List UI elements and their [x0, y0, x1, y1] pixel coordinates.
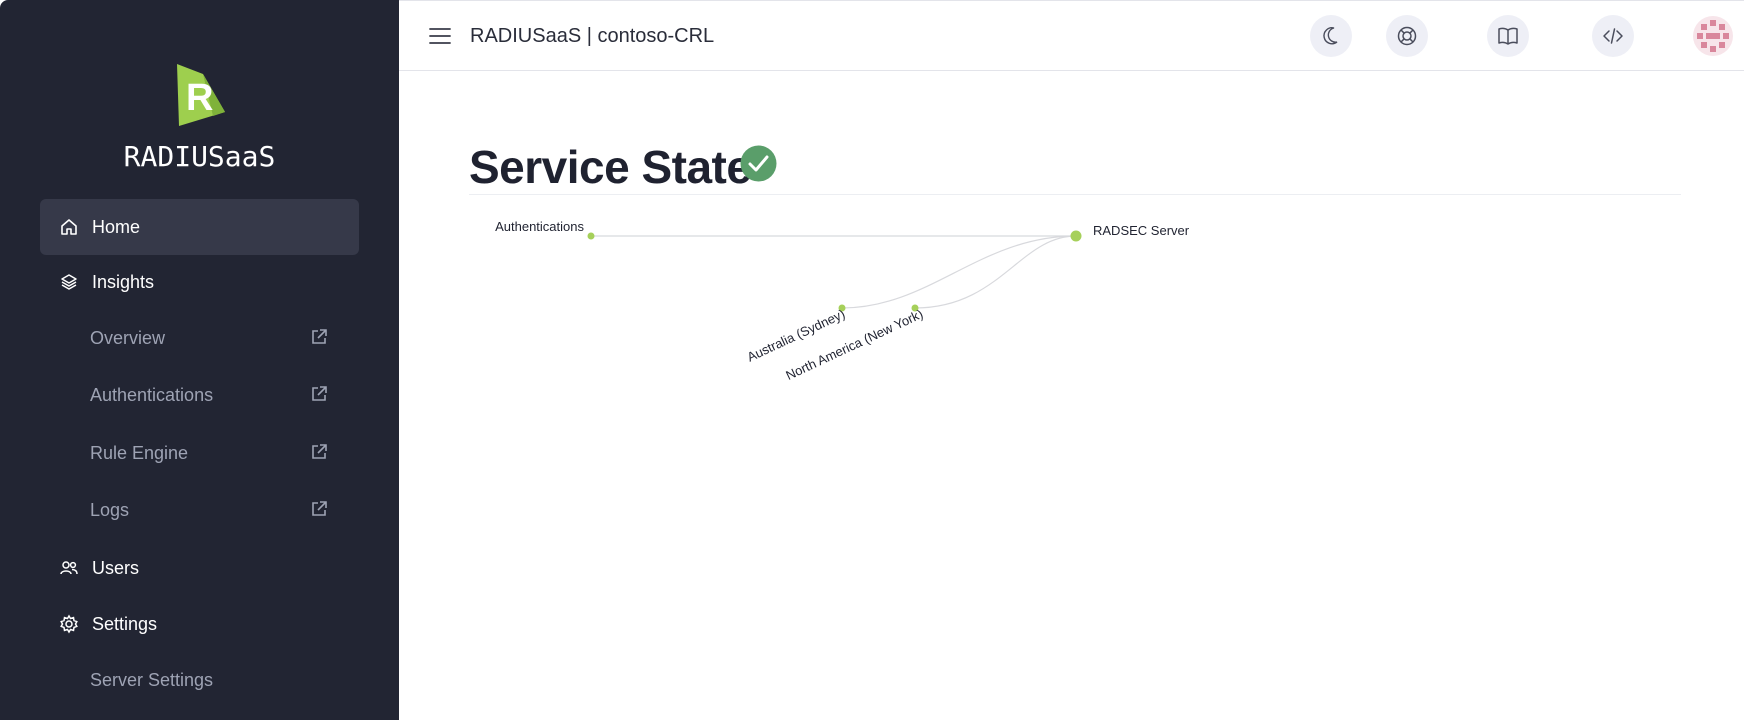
svg-text:R: R — [186, 77, 213, 119]
layers-icon — [58, 271, 80, 293]
sidebar-item-label: Overview — [90, 327, 166, 348]
support-button[interactable] — [1386, 15, 1428, 57]
external-link-icon — [312, 501, 327, 516]
sidebar-item-logs[interactable]: Logs — [40, 485, 359, 535]
sidebar-item-rule-engine[interactable]: Rule Engine — [40, 428, 359, 478]
moon-icon — [1323, 27, 1338, 45]
sidebar-item-label: Users — [92, 557, 140, 578]
sidebar-item-users[interactable]: Users — [40, 540, 359, 596]
service-state-graph: Authentications RADSEC Server Australia … — [495, 219, 1190, 383]
sidebar-item-overview[interactable]: Overview — [40, 313, 359, 363]
graph-node-authentications — [587, 232, 595, 240]
api-button[interactable] — [1592, 15, 1634, 57]
home-icon — [58, 216, 80, 238]
radiusaas-logo: R — [177, 64, 225, 126]
sidebar-item-label: Settings — [92, 613, 158, 634]
check-circle-icon — [740, 145, 777, 182]
brand-name: RADIUSaaS — [123, 140, 276, 173]
gear-icon — [58, 613, 80, 635]
sidebar-item-insights[interactable]: Insights — [40, 254, 359, 310]
sidebar-item-authentications[interactable]: Authentications — [40, 370, 359, 420]
hamburger-menu-icon[interactable] — [429, 27, 451, 45]
external-link-icon — [312, 444, 327, 459]
sidebar-item-server-settings[interactable]: Server Settings — [40, 655, 359, 705]
sidebar-item-label: Rule Engine — [90, 442, 189, 463]
external-link-icon — [312, 386, 327, 401]
sidebar-item-label: Insights — [92, 271, 155, 292]
sidebar-item-settings[interactable]: Settings — [40, 596, 359, 652]
documentation-button[interactable] — [1487, 15, 1529, 57]
graph-label: RADSEC Server — [1093, 223, 1190, 238]
header-title: RADIUSaaS | contoso-CRL — [470, 25, 715, 47]
dark-mode-button[interactable] — [1310, 15, 1352, 57]
sidebar-item-label: Authentications — [90, 384, 214, 405]
sidebar-item-label: Home — [92, 216, 141, 237]
sidebar-item-home[interactable]: Home — [40, 199, 359, 255]
top-bar: RADIUSaaS | contoso-CRL — [399, 0, 1744, 71]
avatar[interactable] — [1692, 15, 1734, 57]
sidebar-item-label: Logs — [90, 499, 130, 520]
title-divider — [469, 194, 1681, 195]
sidebar-item-label: Server Settings — [90, 669, 214, 690]
sidebar: R RADIUSaaS Home Insights Overview Authe… — [0, 0, 399, 720]
book-icon — [1498, 27, 1518, 45]
graph-node-radsec-server — [1070, 230, 1082, 242]
graph-label: North America (New York) — [783, 306, 925, 383]
graph-link — [914, 235, 1077, 309]
code-icon — [1603, 28, 1623, 44]
page-title: Service State — [469, 141, 752, 193]
external-link-icon — [312, 329, 327, 344]
lifebuoy-icon — [1397, 26, 1417, 46]
users-icon — [58, 557, 80, 579]
graph-label: Authentications — [495, 219, 584, 234]
